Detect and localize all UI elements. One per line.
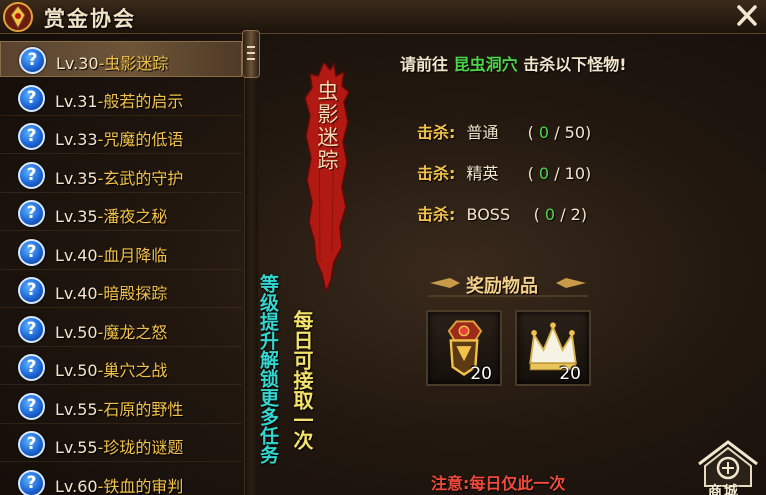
quest-objective: 请前往 昆虫洞穴 击杀以下怪物! [400,51,627,75]
quest-item[interactable]: ? Lv.55-石原的野性 [0,388,242,424]
reward-count: 20 [470,364,492,384]
quest-name: 玄武的守护 [103,168,184,188]
question-mark-icon: ? [18,84,45,112]
quest-label: Lv.35-潘夜之秘 [55,203,167,227]
bounty-panel: 赏金协会 ? Lv.30-虫影迷踪? Lv.31-般若的启示? Lv.33-咒魔的低语… [0,0,766,495]
quest-level: Lv.50 [55,322,98,342]
monster-type: 普通 [466,123,499,142]
quest-item[interactable]: ? Lv.50-魔龙之怒 [0,311,242,347]
reward-slot-medal[interactable]: 20 [426,310,502,386]
quest-list: ? Lv.30-虫影迷踪? Lv.31-般若的启示? Lv.33-咒魔的低语? Lv.3… [0,40,246,495]
quest-item[interactable]: ? Lv.40-暗殿探踪 [0,272,242,308]
quest-label: Lv.40-血月降临 [55,242,167,266]
quest-item[interactable]: ? Lv.50-巢穴之战 [0,349,242,385]
quest-item[interactable]: ? Lv.35-潘夜之秘 [0,195,242,231]
quest-level: Lv.55 [55,438,98,457]
quest-label: Lv.50-巢穴之战 [55,357,167,381]
question-mark-icon: ? [18,161,45,189]
question-mark-icon: ? [18,354,45,381]
kill-label: 击杀: [417,205,456,224]
quest-name: 魔龙之怒 [103,322,168,342]
close-icon[interactable] [732,2,762,30]
objective-suffix: 击杀以下怪物! [523,55,627,74]
kill-label: 击杀: [417,164,456,183]
kill-row-elite: 击杀: 精英 ( 0 / 10) [417,160,591,184]
question-mark-icon: ? [18,315,45,343]
daily-limit-hint: 每日可接取一次 [290,310,314,450]
quest-label: Lv.55-石原的野性 [55,396,183,420]
kill-row-boss: 击杀: BOSS ( 0 / 2) [417,201,587,225]
question-mark-icon: ? [19,47,46,74]
question-mark-icon: ? [18,431,45,458]
quest-level: Lv.33 [55,130,98,149]
quest-name: 潘夜之秘 [103,207,168,226]
quest-item[interactable]: ? Lv.35-玄武的守护 [0,157,242,193]
kill-progress: ( 0 / 50) [527,123,592,142]
quest-level: Lv.60 [55,476,98,495]
question-mark-icon: ? [18,200,45,227]
monster-type: 精英 [466,164,499,183]
kill-progress: ( 0 / 2) [533,205,588,224]
quest-name: 咒魔的低语 [103,130,184,149]
quest-label: Lv.35-玄武的守护 [55,165,183,189]
quest-name: 珍珑的谜题 [103,438,184,457]
quest-level: Lv.35 [55,207,98,226]
kill-current: 0 [544,205,556,224]
quest-level: Lv.50 [55,361,98,380]
quest-name: 铁血的审判 [103,476,184,495]
quest-name: 虫影迷踪 [104,54,169,73]
quest-level: Lv.40 [55,245,98,265]
quest-item[interactable]: ? Lv.40-血月降临 [0,234,242,270]
quest-item[interactable]: ? Lv.33-咒魔的低语 [0,118,242,154]
window-title: 赏金协会 [44,7,136,31]
quest-label: Lv.33-咒魔的低语 [55,126,183,150]
kill-row-normal: 击杀: 普通 ( 0 / 50) [417,119,591,143]
kill-current: 0 [538,164,550,183]
quest-name: 巢穴之战 [103,361,168,380]
quest-label: Lv.55-珍珑的谜题 [55,434,183,458]
quest-level: Lv.35 [55,168,98,188]
guild-emblem-icon [3,2,33,32]
quest-item[interactable]: ? Lv.31-般若的启示 [0,80,242,116]
objective-prefix: 请前往 [400,55,449,74]
unlock-more-hint: 等级提升解锁更多任务 [257,274,279,464]
question-mark-icon: ? [18,469,45,495]
quest-item[interactable]: ? Lv.30-虫影迷踪 [0,41,242,77]
question-mark-icon: ? [18,123,45,150]
quest-label: Lv.30-虫影迷踪 [56,50,168,74]
question-mark-icon: ? [18,392,45,420]
kill-progress: ( 0 / 10) [527,164,592,183]
monster-type: BOSS [466,205,511,224]
scrollbar-thumb[interactable] [242,30,260,78]
objective-location: 昆虫洞穴 [453,55,518,74]
reward-slot-crown[interactable]: 20 [515,310,591,386]
shop-label: 商城 [708,484,740,495]
quest-label: Lv.50-魔龙之怒 [55,319,167,343]
kill-current: 0 [538,123,550,142]
daily-note: 注意:每日仅此一次 [431,474,566,493]
quest-item[interactable]: ? Lv.60-铁血的审判 [0,465,242,495]
title-bar: 赏金协会 [0,0,766,34]
kill-total: 2 [570,205,581,224]
quest-level: Lv.40 [55,284,98,303]
quest-label: Lv.60-铁血的审判 [55,473,183,495]
quest-level: Lv.30 [56,54,99,73]
quest-name: 石原的野性 [103,399,184,419]
quest-label: Lv.31-般若的启示 [55,88,183,112]
kill-total: 10 [564,164,586,183]
quest-name: 般若的启示 [103,91,184,111]
reward-count: 20 [559,364,581,384]
quest-level: Lv.55 [55,399,98,419]
quest-item[interactable]: ? Lv.55-珍珑的谜题 [0,426,242,462]
question-mark-icon: ? [18,238,45,266]
question-mark-icon: ? [18,277,45,304]
kill-total: 50 [564,123,586,142]
quest-label: Lv.40-暗殿探踪 [55,280,167,304]
kill-label: 击杀: [417,123,456,142]
quest-banner-title: 虫影迷踪 [315,80,339,172]
rewards-title: 奖励物品 [466,276,538,297]
quest-level: Lv.31 [55,91,98,111]
quest-name: 暗殿探踪 [103,284,168,303]
quest-name: 血月降临 [103,245,168,265]
